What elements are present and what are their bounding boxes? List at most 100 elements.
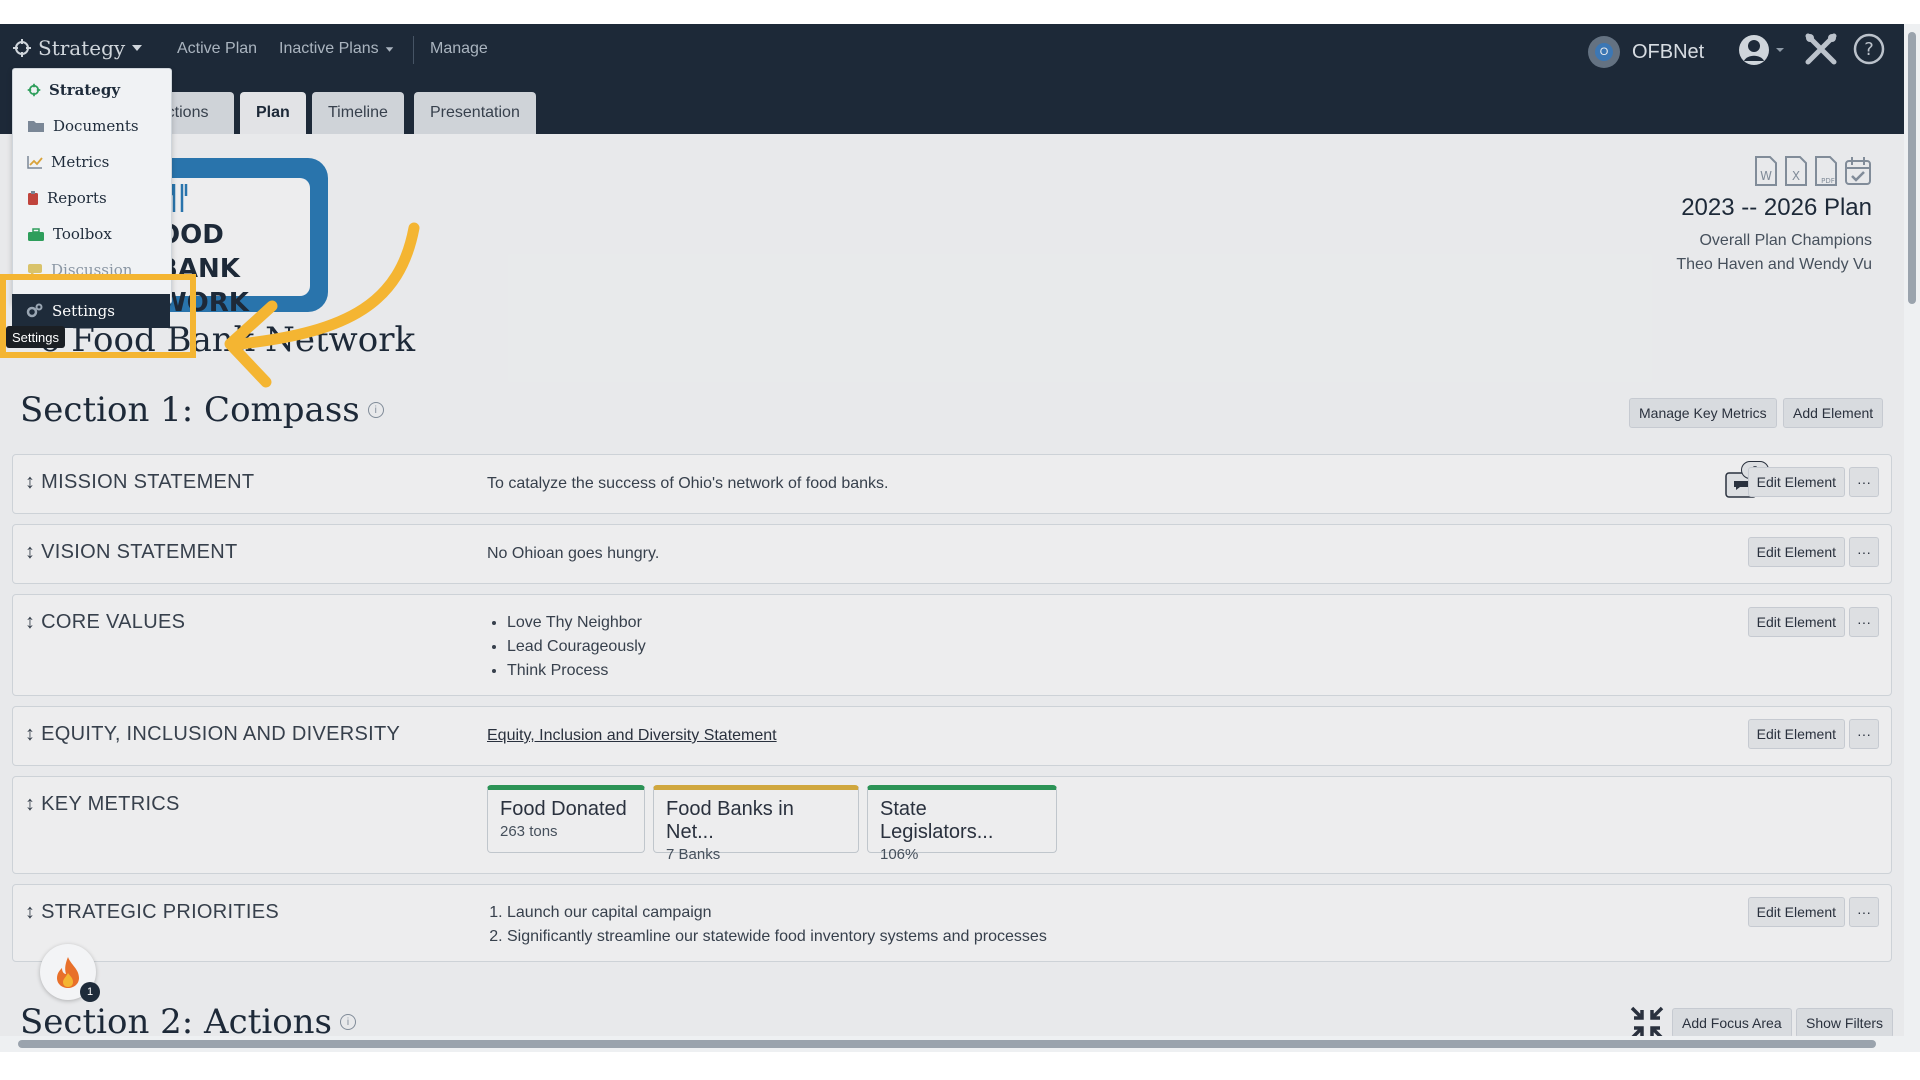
element-label[interactable]: ↕ STRATEGIC PRIORITIES <box>25 901 279 924</box>
element-label[interactable]: ↕ MISSION STATEMENT <box>25 471 254 494</box>
metric-value: 263 tons <box>500 823 558 840</box>
metric-card[interactable]: Food Donated 263 tons <box>487 785 645 853</box>
add-focus-area-button[interactable]: Add Focus Area <box>1672 1008 1792 1038</box>
metric-card[interactable]: State Legislators... 106% <box>867 785 1057 863</box>
tutorial-arrow-icon <box>224 222 420 388</box>
element-label[interactable]: ↕ VISION STATEMENT <box>25 541 237 564</box>
menu-item-toolbox[interactable]: Toolbox <box>27 225 112 243</box>
tab-plan[interactable]: Plan <box>240 92 306 134</box>
element-label[interactable]: ↕ EQUITY, INCLUSION AND DIVERSITY <box>25 723 400 746</box>
nav-active-plan[interactable]: Active Plan <box>177 40 257 58</box>
drag-handle-icon[interactable]: ↕ <box>25 471 41 493</box>
collapse-icon[interactable] <box>1630 1006 1664 1040</box>
add-element-button[interactable]: Add Element <box>1783 398 1884 428</box>
more-options-button[interactable]: ··· <box>1849 719 1879 749</box>
champions-names: Theo Haven and Wendy Vu <box>1676 256 1872 273</box>
element-list: Love Thy Neighbor Lead Courageously Thin… <box>487 611 646 683</box>
section-1-title: Section 1: Compass i <box>20 390 384 430</box>
list-item: Love Thy Neighbor <box>507 611 646 635</box>
excel-export-icon[interactable]: X <box>1784 156 1808 186</box>
edit-element-button[interactable]: Edit Element <box>1747 719 1845 749</box>
more-options-button[interactable]: ··· <box>1849 897 1879 927</box>
nav-divider <box>413 36 414 64</box>
org-name: OFBNet <box>1632 40 1705 63</box>
plan-range: 2023 -- 2026 Plan <box>1681 194 1872 221</box>
help-button[interactable]: ? <box>1852 32 1886 71</box>
tutorial-highlight-box <box>0 274 196 358</box>
edit-element-button[interactable]: Edit Element <box>1747 897 1845 927</box>
notification-fire-button[interactable]: 1 <box>40 944 100 1002</box>
champions-label: Overall Plan Champions <box>1699 232 1872 249</box>
element-equity-inclusion-diversity: ↕ EQUITY, INCLUSION AND DIVERSITY Equity… <box>12 706 1892 766</box>
tab-presentation[interactable]: Presentation <box>414 92 536 134</box>
nav-manage[interactable]: Manage <box>430 40 488 58</box>
edit-element-button[interactable]: Edit Element <box>1747 607 1845 637</box>
app-frame: Strategy Active Plan Inactive Plans Mana… <box>0 24 1920 1052</box>
horizontal-scrollbar[interactable] <box>0 1036 1904 1052</box>
metric-name: Food Donated <box>500 798 627 820</box>
calendar-check-icon[interactable] <box>1844 156 1872 186</box>
svg-text:X: X <box>1792 169 1800 183</box>
more-options-button[interactable]: ··· <box>1849 467 1879 497</box>
list-item: Significantly streamline our statewide f… <box>507 925 1047 949</box>
more-options-button[interactable]: ··· <box>1849 537 1879 567</box>
list-item: Lead Courageously <box>507 635 646 659</box>
element-core-values: ↕ CORE VALUES Love Thy Neighbor Lead Cou… <box>12 594 1892 696</box>
element-mission-statement: ↕ MISSION STATEMENT To catalyze the succ… <box>12 454 1892 514</box>
drag-handle-icon[interactable]: ↕ <box>25 541 41 563</box>
list-item: Think Process <box>507 659 646 683</box>
export-icons: W X PDF <box>1754 156 1872 186</box>
drag-handle-icon[interactable]: ↕ <box>25 901 41 923</box>
element-text: No Ohioan goes hungry. <box>487 545 660 562</box>
compass-icon <box>27 83 41 97</box>
menu-item-documents[interactable]: Documents <box>27 117 139 135</box>
element-label[interactable]: ↕ CORE VALUES <box>25 611 185 634</box>
edit-element-button[interactable]: Edit Element <box>1747 537 1845 567</box>
pdf-export-icon[interactable]: PDF <box>1814 156 1838 186</box>
nav-inactive-plans[interactable]: Inactive Plans <box>279 40 394 58</box>
top-nav: Strategy Active Plan Inactive Plans Mana… <box>0 24 1920 76</box>
folder-icon <box>28 121 44 132</box>
org-switcher[interactable]: O OFBNet <box>1588 36 1704 68</box>
menu-item-reports[interactable]: Reports <box>27 189 107 207</box>
info-icon[interactable]: i <box>340 1014 357 1030</box>
scrollbar-thumb[interactable] <box>18 1040 1876 1048</box>
menu-item-metrics[interactable]: Metrics <box>27 153 109 171</box>
chevron-down-icon <box>385 46 393 52</box>
info-icon[interactable]: i <box>367 402 384 418</box>
manage-key-metrics-button[interactable]: Manage Key Metrics <box>1629 398 1777 428</box>
nav-inactive-plans-label: Inactive Plans <box>279 40 379 57</box>
metric-name: State Legislators... <box>880 798 994 843</box>
toolbox-icon <box>28 227 44 241</box>
user-avatar-button[interactable] <box>1738 32 1784 73</box>
metric-card[interactable]: Food Banks in Net... 7 Banks <box>653 785 859 863</box>
metric-value: 106% <box>880 846 919 863</box>
fire-icon <box>57 957 79 988</box>
strategy-menu-button[interactable]: Strategy <box>12 36 143 60</box>
word-export-icon[interactable]: W <box>1754 156 1778 186</box>
edit-element-button[interactable]: Edit Element <box>1747 467 1845 497</box>
drag-handle-icon[interactable]: ↕ <box>25 793 41 815</box>
show-filters-button[interactable]: Show Filters <box>1796 1008 1894 1038</box>
menu-item-strategy[interactable]: Strategy <box>27 81 120 99</box>
svg-text:W: W <box>1760 169 1772 183</box>
strategy-compass-icon <box>13 39 31 57</box>
drag-handle-icon[interactable]: ↕ <box>25 611 41 633</box>
scrollbar-thumb[interactable] <box>1908 32 1916 304</box>
element-key-metrics: ↕ KEY METRICS Food Donated 263 tons Food… <box>12 776 1892 874</box>
equity-statement-link[interactable]: Equity, Inclusion and Diversity Statemen… <box>487 727 777 745</box>
user-avatar-icon <box>1739 35 1784 65</box>
metric-name: Food Banks in Net... <box>666 798 794 843</box>
svg-text:PDF: PDF <box>1821 177 1835 185</box>
more-options-button[interactable]: ··· <box>1849 607 1879 637</box>
vertical-scrollbar[interactable] <box>1904 24 1920 1052</box>
chevron-down-icon <box>132 45 143 51</box>
drag-handle-icon[interactable]: ↕ <box>25 723 41 745</box>
tab-timeline[interactable]: Timeline <box>312 92 404 134</box>
org-logo-icon: O <box>1588 36 1620 68</box>
metric-value: 7 Banks <box>666 846 721 863</box>
svg-text:?: ? <box>1864 39 1874 60</box>
element-label[interactable]: ↕ KEY METRICS <box>25 793 180 816</box>
tools-button[interactable] <box>1804 32 1838 71</box>
notification-count-badge: 1 <box>80 982 100 1002</box>
